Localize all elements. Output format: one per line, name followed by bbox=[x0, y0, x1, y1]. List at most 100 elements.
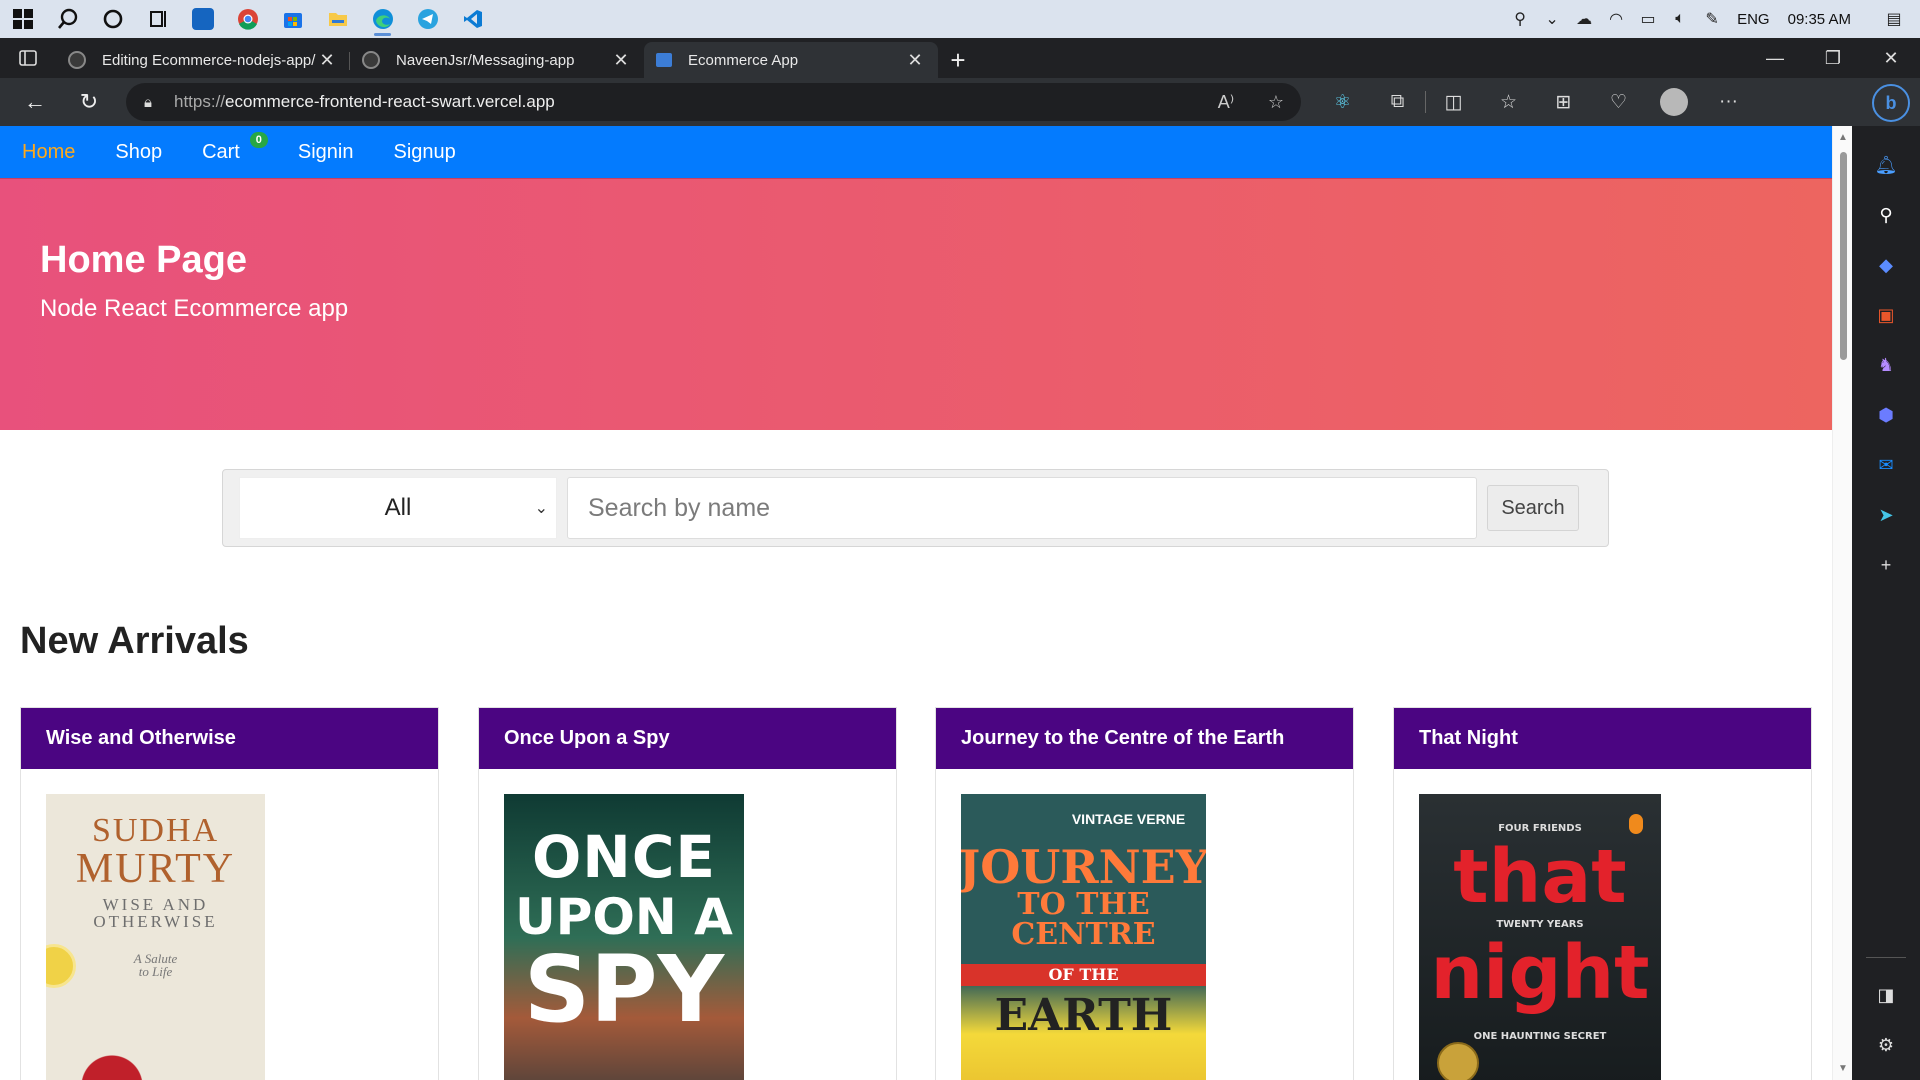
close-tab-icon[interactable]: ✕ bbox=[316, 49, 338, 71]
wifi-icon[interactable]: ◠ bbox=[1600, 0, 1632, 38]
outlook-icon[interactable] bbox=[180, 0, 225, 38]
telegram-icon[interactable] bbox=[405, 0, 450, 38]
people-icon[interactable]: ⚲ bbox=[1504, 0, 1536, 38]
search-button[interactable]: Search bbox=[1487, 485, 1579, 531]
tab-title: NaveenJsr/Messaging-app bbox=[396, 51, 575, 69]
product-card[interactable]: Wise and Otherwise SUDHA MURTY WISE AND … bbox=[20, 707, 439, 1080]
close-tab-icon[interactable]: ✕ bbox=[904, 49, 926, 71]
windows-start-icon[interactable] bbox=[0, 0, 45, 38]
bell-icon[interactable]: 🔔︎ bbox=[1868, 147, 1904, 183]
product-cover-image[interactable]: SUDHA MURTY WISE AND OTHERWISE A Salute … bbox=[46, 794, 265, 1080]
new-tab-button[interactable]: + bbox=[938, 42, 978, 78]
hide-sidebar-icon[interactable]: ◨ bbox=[1868, 977, 1904, 1013]
cover-text-line: WISE AND bbox=[102, 895, 209, 914]
cover-text-line: UPON A bbox=[515, 888, 733, 946]
close-window-icon[interactable]: ✕ bbox=[1862, 38, 1920, 78]
react-devtools-icon[interactable]: ⚛ bbox=[1315, 78, 1370, 126]
browser-tab-active[interactable]: Ecommerce App ✕ bbox=[644, 42, 938, 78]
edge-icon[interactable] bbox=[360, 0, 405, 38]
windows-taskbar: ⚲ ⌄ ☁ ◠ ▭ 🔈︎ ✎ ENG 09:35 AM ▤ bbox=[0, 0, 1920, 38]
volume-icon[interactable]: 🔈︎ bbox=[1664, 0, 1696, 38]
site-navbar: Home Shop Cart 0 Signin Signup bbox=[0, 126, 1832, 178]
favorites-icon[interactable]: ☆ bbox=[1481, 78, 1536, 126]
search-input[interactable] bbox=[567, 477, 1477, 539]
nav-shop-link[interactable]: Shop bbox=[101, 141, 176, 164]
task-view-icon[interactable] bbox=[135, 0, 180, 38]
microsoft-store-icon[interactable] bbox=[270, 0, 315, 38]
language-indicator[interactable]: ENG bbox=[1728, 11, 1779, 28]
cover-text-line: OTHERWISE bbox=[93, 912, 218, 931]
product-title[interactable]: Journey to the Centre of the Earth bbox=[936, 708, 1353, 769]
browser-essentials-icon[interactable]: ♡ bbox=[1591, 78, 1646, 126]
cover-text-line: MURTY bbox=[75, 846, 236, 892]
page-scrollbar[interactable]: ▲ ▼ bbox=[1832, 126, 1852, 1080]
search-icon[interactable] bbox=[45, 0, 90, 38]
clock[interactable]: 09:35 AM bbox=[1779, 11, 1860, 28]
address-bar[interactable]: 🔒︎ https:// ecommerce-frontend-react-swa… bbox=[126, 83, 1301, 121]
scroll-up-icon[interactable]: ▲ bbox=[1838, 132, 1848, 143]
cortana-icon[interactable] bbox=[90, 0, 135, 38]
cover-text-line: FOUR FRIENDS bbox=[1498, 823, 1582, 834]
read-aloud-icon[interactable]: A⁾ bbox=[1201, 92, 1251, 113]
battery-icon[interactable]: ▭ bbox=[1632, 0, 1664, 38]
pen-icon[interactable]: ✎ bbox=[1696, 0, 1728, 38]
vscode-icon[interactable] bbox=[450, 0, 495, 38]
bing-copilot-icon[interactable]: b bbox=[1872, 84, 1910, 122]
tab-actions-icon[interactable] bbox=[0, 38, 56, 78]
category-select[interactable]: All ⌄ bbox=[239, 477, 557, 539]
favorite-star-icon[interactable]: ☆ bbox=[1251, 92, 1301, 113]
product-card[interactable]: Once Upon a Spy ONCE UPON A SPY bbox=[478, 707, 897, 1080]
profile-avatar[interactable] bbox=[1646, 78, 1701, 126]
chrome-icon[interactable] bbox=[225, 0, 270, 38]
split-screen-icon[interactable]: ◫ bbox=[1426, 78, 1481, 126]
scroll-down-icon[interactable]: ▼ bbox=[1838, 1063, 1848, 1074]
restore-icon[interactable]: ❐ bbox=[1804, 38, 1862, 78]
award-badge-icon bbox=[1437, 1042, 1479, 1080]
url-host: ecommerce-frontend-react-swart.vercel.ap… bbox=[225, 92, 555, 111]
file-explorer-icon[interactable] bbox=[315, 0, 360, 38]
games-icon[interactable]: ♞ bbox=[1868, 347, 1904, 383]
browser-tab-strip: Editing Ecommerce-nodejs-app/ ✕ NaveenJs… bbox=[0, 38, 1920, 78]
nav-signin-link[interactable]: Signin bbox=[284, 141, 368, 164]
product-cover-image[interactable]: ONCE UPON A SPY bbox=[504, 794, 744, 1080]
collections-icon[interactable]: ⊞ bbox=[1536, 78, 1591, 126]
settings-gear-icon[interactable]: ⚙ bbox=[1868, 1027, 1904, 1063]
product-title[interactable]: Wise and Otherwise bbox=[21, 708, 438, 769]
search-icon[interactable]: ⚲ bbox=[1868, 197, 1904, 233]
close-tab-icon[interactable]: ✕ bbox=[610, 49, 632, 71]
browser-tab[interactable]: Editing Ecommerce-nodejs-app/ ✕ bbox=[56, 42, 350, 78]
nav-home-link[interactable]: Home bbox=[8, 141, 89, 164]
browser-tab[interactable]: NaveenJsr/Messaging-app ✕ bbox=[350, 42, 644, 78]
cover-text-line: JOURNEY bbox=[961, 840, 1206, 894]
cover-text-line: to Life bbox=[138, 964, 173, 979]
outlook-icon[interactable]: ✉ bbox=[1868, 447, 1904, 483]
product-cover-image[interactable]: VINTAGE VERNE JOURNEY TO THE CENTRE OF T… bbox=[961, 794, 1206, 1080]
tools-icon[interactable]: ▣ bbox=[1868, 297, 1904, 333]
more-options-icon[interactable]: ··· bbox=[1701, 78, 1756, 126]
nav-signup-link[interactable]: Signup bbox=[379, 141, 469, 164]
cover-text-line: night bbox=[1430, 930, 1650, 1016]
lock-icon[interactable]: 🔒︎ bbox=[144, 94, 174, 111]
product-title[interactable]: Once Upon a Spy bbox=[479, 708, 896, 769]
back-arrow-icon[interactable]: ← bbox=[8, 78, 62, 126]
github-icon bbox=[362, 51, 380, 69]
cover-text-line: TWENTY YEARS bbox=[1496, 919, 1584, 930]
drop-icon[interactable]: ➤ bbox=[1868, 497, 1904, 533]
product-card[interactable]: That Night FOUR FRIENDS that TWENTY YEAR… bbox=[1393, 707, 1812, 1080]
copilot-icon[interactable]: ⬢ bbox=[1868, 397, 1904, 433]
nav-cart-link[interactable]: Cart 0 bbox=[188, 131, 268, 164]
address-bar-row: ← ↻ 🔒︎ https:// ecommerce-frontend-react… bbox=[0, 78, 1920, 126]
onedrive-icon[interactable]: ☁ bbox=[1568, 0, 1600, 38]
shopping-tag-icon[interactable]: ◆ bbox=[1868, 247, 1904, 283]
refresh-icon[interactable]: ↻ bbox=[62, 78, 116, 126]
scroll-thumb[interactable] bbox=[1840, 152, 1847, 360]
product-cover-image[interactable]: FOUR FRIENDS that TWENTY YEARS night ONE… bbox=[1419, 794, 1661, 1080]
notifications-icon[interactable]: ▤ bbox=[1878, 0, 1910, 38]
hero-jumbotron: Home Page Node React Ecommerce app bbox=[0, 178, 1832, 430]
minimize-icon[interactable]: — bbox=[1746, 38, 1804, 78]
add-icon[interactable]: + bbox=[1868, 547, 1904, 583]
product-title[interactable]: That Night bbox=[1394, 708, 1811, 769]
product-card[interactable]: Journey to the Centre of the Earth VINTA… bbox=[935, 707, 1354, 1080]
chevron-up-icon[interactable]: ⌄ bbox=[1536, 0, 1568, 38]
extensions-icon[interactable]: ⧉ bbox=[1370, 78, 1425, 126]
